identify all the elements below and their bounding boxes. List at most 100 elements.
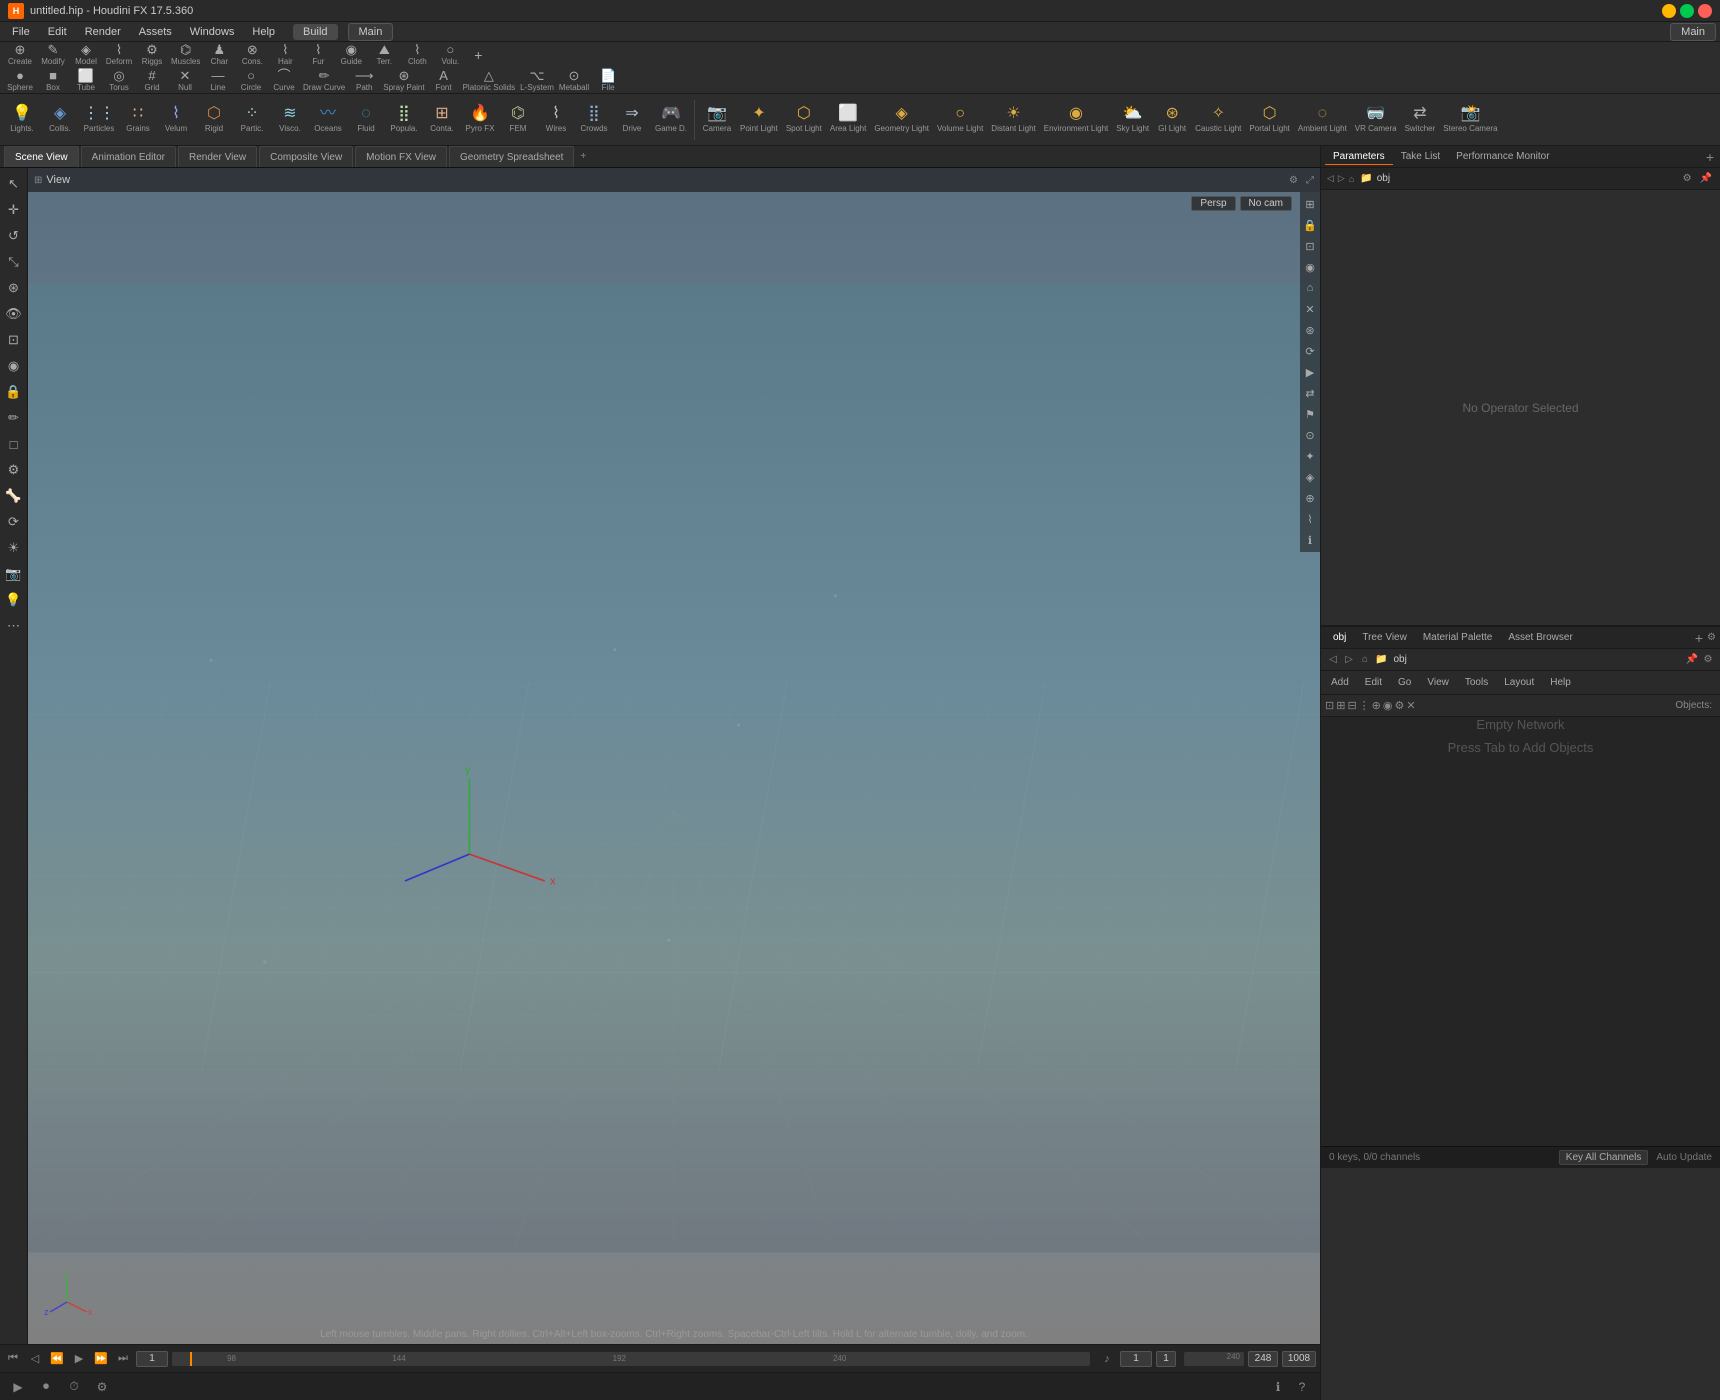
misc-tool-btn[interactable]: ⋯ — [2, 614, 26, 638]
vp-overlay-btn-1[interactable]: ⊞ — [1301, 195, 1319, 213]
menu-edit[interactable]: Edit — [40, 24, 75, 40]
bb-fps-btn[interactable]: ⏱ — [64, 1377, 84, 1397]
rb-tab-asset-browser[interactable]: Asset Browser — [1500, 630, 1580, 645]
menu-render[interactable]: Render — [77, 24, 129, 40]
rb-tab-add[interactable]: + — [1695, 630, 1703, 646]
point-light-btn[interactable]: ✦ Point Light — [737, 96, 781, 144]
bb-rec-btn[interactable]: ⏺ — [36, 1377, 56, 1397]
rp-pin-btn[interactable]: 📌 — [1696, 173, 1716, 184]
ne-view-btn[interactable]: View — [1421, 676, 1455, 689]
rb-tab-material-palette[interactable]: Material Palette — [1415, 630, 1500, 645]
vp-overlay-btn-10[interactable]: ⇄ — [1301, 384, 1319, 402]
scale-tool-btn[interactable]: ⤡ — [2, 250, 26, 274]
tab-motion-fx[interactable]: Motion FX View — [355, 146, 447, 167]
camera-tool-btn[interactable]: 📷 — [2, 562, 26, 586]
tl-current-frame[interactable] — [1156, 1351, 1176, 1367]
ne-layout-btn[interactable]: Layout — [1498, 676, 1540, 689]
drive-tab[interactable]: ⇒ Drive — [614, 96, 650, 144]
ne-icon-1[interactable]: ⊡ — [1325, 699, 1334, 712]
ne-fwd-btn[interactable]: ▷ — [1341, 652, 1357, 668]
network-content-area[interactable]: Empty Network Press Tab to Add Objects — [1321, 717, 1720, 755]
camera-select-btn[interactable]: No cam — [1240, 196, 1292, 211]
ne-icon-6[interactable]: ◉ — [1383, 699, 1393, 712]
grid-btn[interactable]: # Grid — [136, 69, 168, 91]
rp-back-btn[interactable]: ◁ — [1325, 173, 1336, 184]
hair-btn[interactable]: ⌇ Hair — [269, 44, 301, 66]
rt-tab-add[interactable]: + — [1704, 147, 1716, 167]
tab-add-btn[interactable]: + — [576, 146, 596, 167]
tl-end-val[interactable] — [1248, 1351, 1278, 1367]
path-btn[interactable]: ⟶ Path — [348, 69, 380, 91]
modify-btn[interactable]: ✎ Modify — [37, 44, 69, 66]
3d-viewport[interactable]: ⊞ View ⚙ ⤢ Persp No cam — [28, 168, 1320, 1344]
build-button[interactable]: Build — [293, 24, 337, 40]
create-btn[interactable]: ⊕ Create — [4, 44, 36, 66]
ne-icon-8[interactable]: ✕ — [1406, 699, 1415, 712]
ne-icon-5[interactable]: ⊕ — [1372, 699, 1381, 712]
tl-total-frames[interactable] — [1282, 1351, 1316, 1367]
ne-icon-7[interactable]: ⚙ — [1394, 699, 1404, 712]
distant-light-btn[interactable]: ☀ Distant Light — [988, 96, 1038, 144]
vp-overlay-btn-12[interactable]: ⊙ — [1301, 426, 1319, 444]
tab-scene-view[interactable]: Scene View — [4, 146, 79, 167]
tab-animation-editor[interactable]: Animation Editor — [81, 146, 176, 167]
line-btn[interactable]: — Line — [202, 69, 234, 91]
persp-btn[interactable]: Persp — [1191, 196, 1235, 211]
draw-curve-btn[interactable]: ✏ Draw Curve — [301, 69, 347, 91]
area-light-btn[interactable]: ⬜ Area Light — [827, 96, 869, 144]
ne-icon-4[interactable]: ⋮ — [1359, 699, 1370, 712]
vp-overlay-btn-13[interactable]: ✦ — [1301, 447, 1319, 465]
toolbar-add-btn[interactable]: + — [467, 44, 489, 66]
tube-btn[interactable]: ⬜ Tube — [70, 69, 102, 91]
rig-tool-btn[interactable]: ⚙ — [2, 458, 26, 482]
volu-btn[interactable]: ○ Volu. — [434, 44, 466, 66]
ne-icon-3[interactable]: ⊟ — [1347, 699, 1356, 712]
visco-tab[interactable]: ≋ Visco. — [272, 96, 308, 144]
platonic-btn[interactable]: △ Platonic Solids — [461, 69, 517, 91]
particles-tab[interactable]: ⋮⋮ Particles — [80, 96, 118, 144]
rp-settings-btn[interactable]: ⚙ — [1679, 173, 1696, 184]
box-btn[interactable]: ■ Box — [37, 69, 69, 91]
grains-tab[interactable]: ∷ Grains — [120, 96, 156, 144]
vr-camera-btn[interactable]: 🥽 VR Camera — [1352, 96, 1400, 144]
vp-overlay-btn-16[interactable]: ⌇ — [1301, 510, 1319, 528]
vp-overlay-btn-15[interactable]: ⊕ — [1301, 489, 1319, 507]
tl-skip-start[interactable]: ⏮ — [4, 1350, 22, 1368]
menu-file[interactable]: File — [4, 24, 38, 40]
volume-light-btn[interactable]: ○ Volume Light — [934, 96, 986, 144]
dyn-tool-btn[interactable]: ⟳ — [2, 510, 26, 534]
pyrofx-tab[interactable]: 🔥 Pyro FX — [462, 96, 498, 144]
null-btn[interactable]: ✕ Null — [169, 69, 201, 91]
bb-settings-btn[interactable]: ⚙ — [92, 1377, 112, 1397]
menu-help[interactable]: Help — [244, 24, 283, 40]
lights-tab[interactable]: 💡 Lights. — [4, 96, 40, 144]
close-button[interactable] — [1698, 4, 1712, 18]
velum-tab[interactable]: ⌇ Velum — [158, 96, 194, 144]
curve-btn[interactable]: ⌒ Curve — [268, 69, 300, 91]
ne-tools-btn[interactable]: Tools — [1459, 676, 1494, 689]
rp-fwd-btn[interactable]: ▷ — [1336, 173, 1347, 184]
menu-assets[interactable]: Assets — [131, 24, 180, 40]
lsystem-btn[interactable]: ⌥ L-System — [518, 69, 556, 91]
metaball-btn[interactable]: ⊙ Metaball — [557, 69, 591, 91]
bb-help-btn[interactable]: ? — [1292, 1377, 1312, 1397]
partic-tab[interactable]: ⁘ Partic. — [234, 96, 270, 144]
caustic-light-btn[interactable]: ✧ Caustic Light — [1192, 96, 1244, 144]
vp-overlay-btn-14[interactable]: ◈ — [1301, 468, 1319, 486]
ne-help-btn[interactable]: Help — [1544, 676, 1577, 689]
ne-pin-btn[interactable]: 📌 — [1684, 652, 1700, 668]
hide-tool-btn[interactable]: ◉ — [2, 354, 26, 378]
vp-overlay-btn-4[interactable]: ◉ — [1301, 258, 1319, 276]
rotate-tool-btn[interactable]: ↺ — [2, 224, 26, 248]
sky-light-btn[interactable]: ⛅ Sky Light — [1113, 96, 1152, 144]
terr-btn[interactable]: ⛰ Terr. — [368, 44, 400, 66]
ne-icon-2[interactable]: ⊞ — [1336, 699, 1345, 712]
geometry-light-btn[interactable]: ◈ Geometry Light — [871, 96, 932, 144]
ne-settings-btn[interactable]: ⚙ — [1700, 652, 1716, 668]
bb-info-btn[interactable]: ℹ — [1268, 1377, 1288, 1397]
oceans-tab[interactable]: 〰 Oceans — [310, 96, 346, 144]
stereo-camera-btn[interactable]: 📸 Stereo Camera — [1440, 96, 1500, 144]
gamed-tab[interactable]: 🎮 Game D. — [652, 96, 690, 144]
timeline-slider[interactable]: 98 144 192 240 — [172, 1352, 1090, 1366]
fluid-tab[interactable]: ◌ Fluid — [348, 96, 384, 144]
